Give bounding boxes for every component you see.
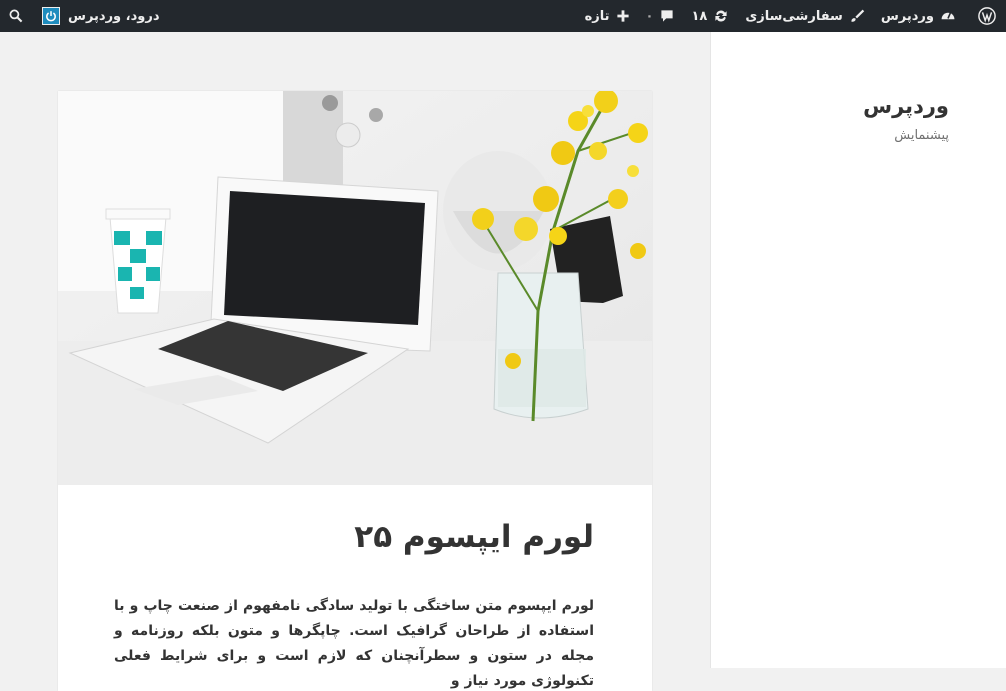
dashboard-icon <box>940 8 956 24</box>
search-icon <box>8 8 24 24</box>
site-name-label: وردپرس <box>880 8 934 24</box>
brush-icon <box>849 8 865 24</box>
customize-label: سفارشی‌سازی <box>745 8 843 24</box>
post-title[interactable]: لورم ایپسوم ۲۵ <box>354 519 594 555</box>
power-icon <box>42 7 60 25</box>
my-account-menu[interactable]: درود، وردپرس <box>32 0 168 32</box>
wp-logo-menu[interactable] <box>964 0 1006 32</box>
post-card: لورم ایپسوم ۲۵ لورم ایپسوم متن ساختگی با… <box>58 91 652 691</box>
updates-count: ۱۸ <box>691 8 708 24</box>
site-title[interactable]: وردپرس <box>863 94 949 118</box>
comment-icon <box>659 8 675 24</box>
customize-menu[interactable]: سفارشی‌سازی <box>737 0 873 32</box>
featured-image[interactable] <box>58 91 652 485</box>
site-name-menu[interactable]: وردپرس <box>873 0 964 32</box>
wordpress-logo-icon <box>978 7 996 25</box>
greeting-label: درود، وردپرس <box>68 8 160 24</box>
refresh-icon <box>713 8 729 24</box>
updates-menu[interactable]: ۱۸ <box>683 0 737 32</box>
search-toggle[interactable] <box>0 0 32 32</box>
sidebar: وردپرس پیشنمایش <box>710 32 1006 668</box>
new-content-menu[interactable]: تازه <box>577 0 638 32</box>
comments-menu[interactable]: ۰ <box>638 0 684 32</box>
site-description: پیشنمایش <box>894 128 949 143</box>
new-content-label: تازه <box>584 8 610 24</box>
post-excerpt: لورم ایپسوم متن ساختگی با تولید سادگی نا… <box>114 598 594 689</box>
plus-icon <box>616 9 630 23</box>
comments-count: ۰ <box>645 8 654 24</box>
admin-bar: وردپرس سفارشی‌سازی ۱۸ ۰ تازه درود، وردپر… <box>0 0 1006 32</box>
